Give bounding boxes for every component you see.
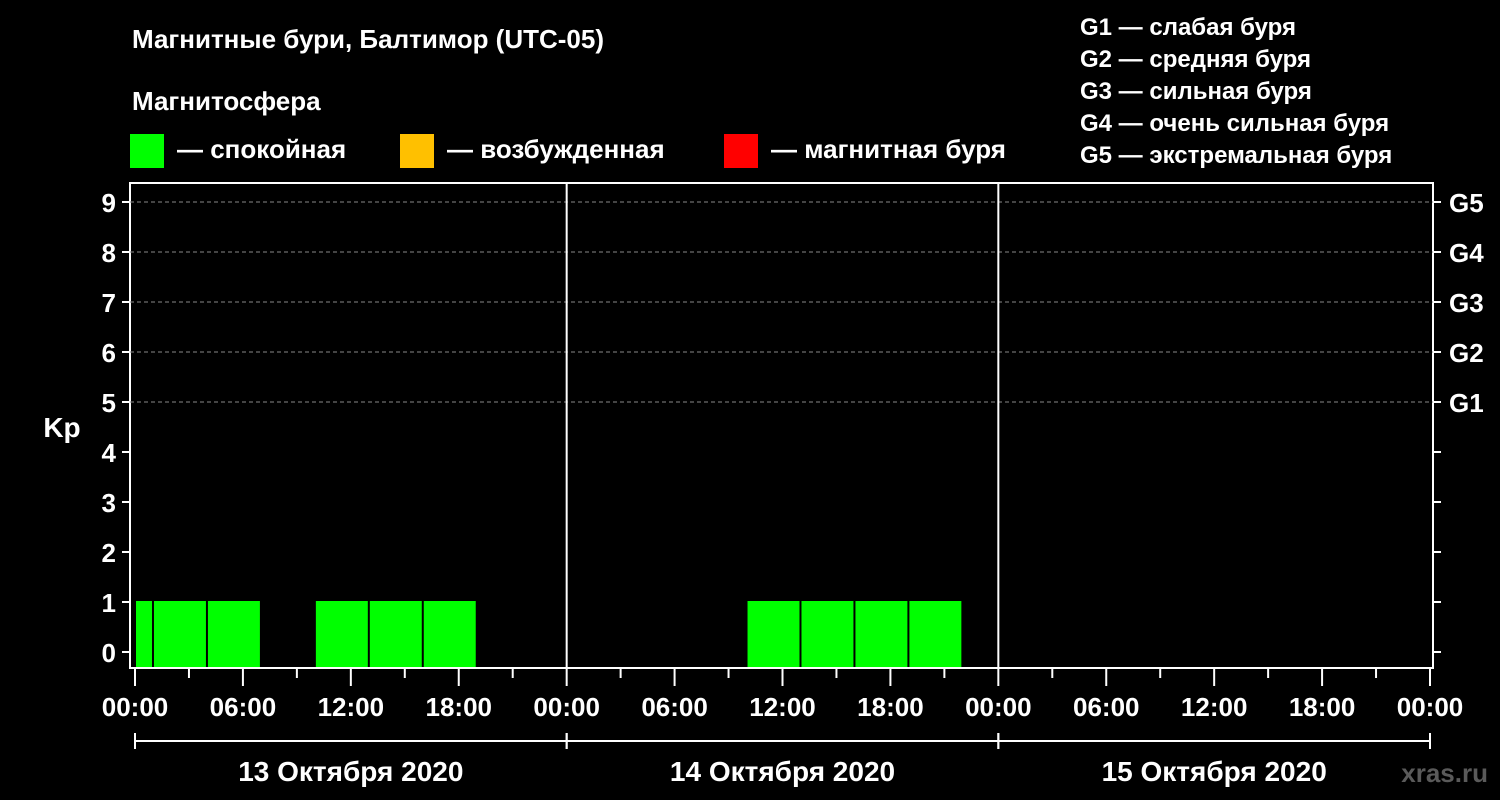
y-tick-label-6: 6 (102, 338, 116, 368)
g-level-label-G5: G5 (1449, 188, 1484, 218)
x-tick-label-12: 12:00 (318, 692, 385, 722)
day-label-1: 14 Октября 2020 (670, 756, 895, 787)
x-tick-label-48: 00:00 (965, 692, 1032, 722)
y-tick-label-8: 8 (102, 238, 116, 268)
g-level-label-G4: G4 (1449, 238, 1484, 268)
y-tick-label-2: 2 (102, 538, 116, 568)
y-tick-label-9: 9 (102, 188, 116, 218)
x-tick-label-42: 18:00 (857, 692, 924, 722)
g-level-label-G1: G1 (1449, 388, 1484, 418)
kp-bar-1 (153, 601, 206, 668)
x-tick-label-0: 00:00 (102, 692, 169, 722)
kp-bar-5 (423, 601, 476, 668)
kp-chart: 0 1 2 3 4 5 6 7 8 9 G1 G2 G3 G4 G5 Kp 00:00 06:00 12:00 18:… (43, 182, 1484, 787)
kp-bar-7 (801, 601, 854, 668)
kp-bar-4 (369, 601, 422, 668)
plot-frame (129, 182, 1434, 669)
g-level-label-G3: G3 (1449, 288, 1484, 318)
kp-bar-6 (747, 601, 800, 668)
watermark: xras.ru (1401, 758, 1488, 788)
kp-bar-3 (315, 601, 368, 668)
g-level-label-G2: G2 (1449, 338, 1484, 368)
y-tick-label-7: 7 (102, 288, 116, 318)
day-label-2: 15 Октября 2020 (1102, 756, 1327, 787)
x-tick-label-66: 18:00 (1289, 692, 1356, 722)
x-tick-label-24: 00:00 (533, 692, 600, 722)
y-tick-label-4: 4 (102, 438, 117, 468)
y-axis-label: Kp (43, 412, 80, 443)
x-tick-label-54: 06:00 (1073, 692, 1140, 722)
kp-bar-9 (909, 601, 962, 668)
x-tick-label-36: 12:00 (749, 692, 816, 722)
x-tick-label-72: 00:00 (1397, 692, 1464, 722)
y-tick-label-0: 0 (102, 638, 116, 668)
y-tick-label-5: 5 (102, 388, 116, 418)
day-label-0: 13 Октября 2020 (238, 756, 463, 787)
kp-bar-2 (207, 601, 260, 668)
x-tick-label-60: 12:00 (1181, 692, 1248, 722)
y-tick-label-1: 1 (102, 588, 116, 618)
x-tick-label-18: 18:00 (426, 692, 493, 722)
kp-bar-0 (136, 601, 152, 668)
x-tick-label-6: 06:00 (210, 692, 277, 722)
y-tick-label-3: 3 (102, 488, 116, 518)
x-tick-label-30: 06:00 (641, 692, 708, 722)
kp-bar-8 (855, 601, 908, 668)
